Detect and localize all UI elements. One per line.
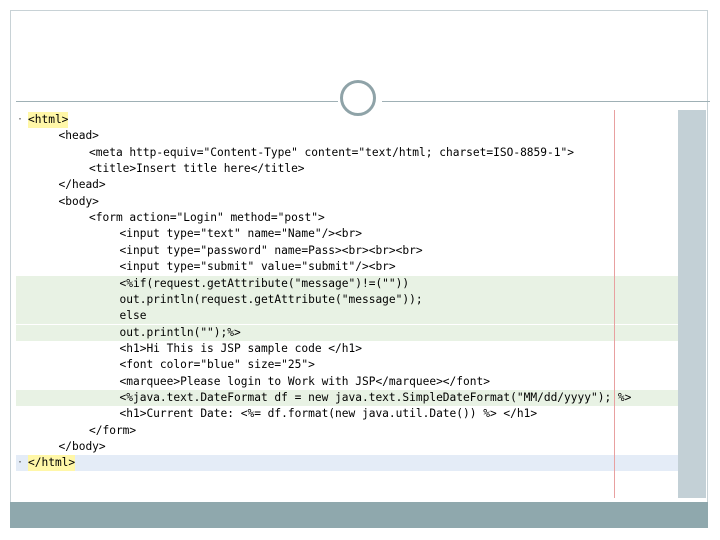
code-text: <%if(request.getAttribute("message")!=("…: [119, 276, 410, 290]
code-line[interactable]: <input type="text" name="Name"/><br>: [16, 226, 678, 242]
code-text: <h1>Current Date: <%= df.format(new java…: [119, 407, 538, 421]
code-line[interactable]: <body>: [16, 194, 678, 210]
code-text: <form action="Login" method="post">: [89, 211, 325, 225]
code-line[interactable]: <%java.text.DateFormat df = new java.tex…: [16, 389, 678, 406]
code-editor[interactable]: · <html> <head> <meta http-equiv="Content-T…: [16, 110, 678, 498]
code-line[interactable]: out.println("");%>: [16, 324, 678, 341]
code-line[interactable]: <h1>Current Date: <%= df.format(new java…: [16, 406, 678, 422]
code-text: out.println("");%>: [119, 325, 241, 339]
code-text: <html>: [28, 112, 69, 128]
code-line[interactable]: </body>: [16, 439, 678, 455]
code-text: <input type="text" name="Name"/><br>: [119, 227, 362, 241]
circle-ornament-icon: [340, 80, 376, 116]
code-text: <font color="blue" size="25">: [119, 358, 315, 372]
code-text: </html>: [28, 455, 76, 472]
code-line[interactable]: out.println(request.getAttribute("messag…: [16, 291, 678, 308]
code-line[interactable]: <title>Insert title here</title>: [16, 161, 678, 177]
fold-marker-icon[interactable]: ·: [16, 455, 24, 471]
code-line[interactable]: · <html>: [16, 112, 678, 128]
code-text: <head>: [58, 129, 99, 143]
code-line[interactable]: </head>: [16, 177, 678, 193]
code-text: </head>: [58, 178, 106, 192]
code-line[interactable]: </form>: [16, 423, 678, 439]
code-line[interactable]: <h1>Hi This is JSP sample code </h1>: [16, 341, 678, 357]
code-text: <h1>Hi This is JSP sample code </h1>: [119, 341, 362, 355]
code-line[interactable]: <marquee>Please login to Work with JSP</…: [16, 374, 678, 390]
code-line[interactable]: <font color="blue" size="25">: [16, 357, 678, 373]
code-line[interactable]: <input type="password" name=Pass><br><br…: [16, 243, 678, 259]
code-line[interactable]: · </html>: [16, 455, 678, 472]
code-line[interactable]: else: [16, 308, 678, 325]
code-text: <title>Insert title here</title>: [89, 162, 305, 176]
code-text: <%java.text.DateFormat df = new java.tex…: [119, 390, 632, 404]
code-line[interactable]: <head>: [16, 128, 678, 144]
divider: [16, 101, 338, 102]
code-text: <meta http-equiv="Content-Type" content=…: [89, 145, 574, 159]
code-line[interactable]: <input type="submit" value="submit"/><br…: [16, 259, 678, 275]
vertical-scrollbar[interactable]: [678, 110, 706, 498]
code-text: </form>: [89, 423, 137, 437]
code-text: <input type="submit" value="submit"/><br…: [119, 260, 396, 274]
code-text: else: [119, 309, 147, 323]
code-line[interactable]: <form action="Login" method="post">: [16, 210, 678, 226]
code-text: out.println(request.getAttribute("messag…: [119, 292, 423, 306]
divider: [382, 101, 710, 102]
fold-marker-icon[interactable]: ·: [16, 112, 24, 128]
code-text: <body>: [58, 194, 99, 208]
code-line[interactable]: <meta http-equiv="Content-Type" content=…: [16, 145, 678, 161]
code-text: <input type="password" name=Pass><br><br…: [119, 243, 423, 257]
code-line[interactable]: <%if(request.getAttribute("message")!=("…: [16, 275, 678, 292]
code-text: <marquee>Please login to Work with JSP</…: [119, 374, 490, 388]
code-text: </body>: [58, 440, 106, 453]
print-margin-line: [614, 110, 615, 498]
footer-bar: [10, 502, 708, 528]
